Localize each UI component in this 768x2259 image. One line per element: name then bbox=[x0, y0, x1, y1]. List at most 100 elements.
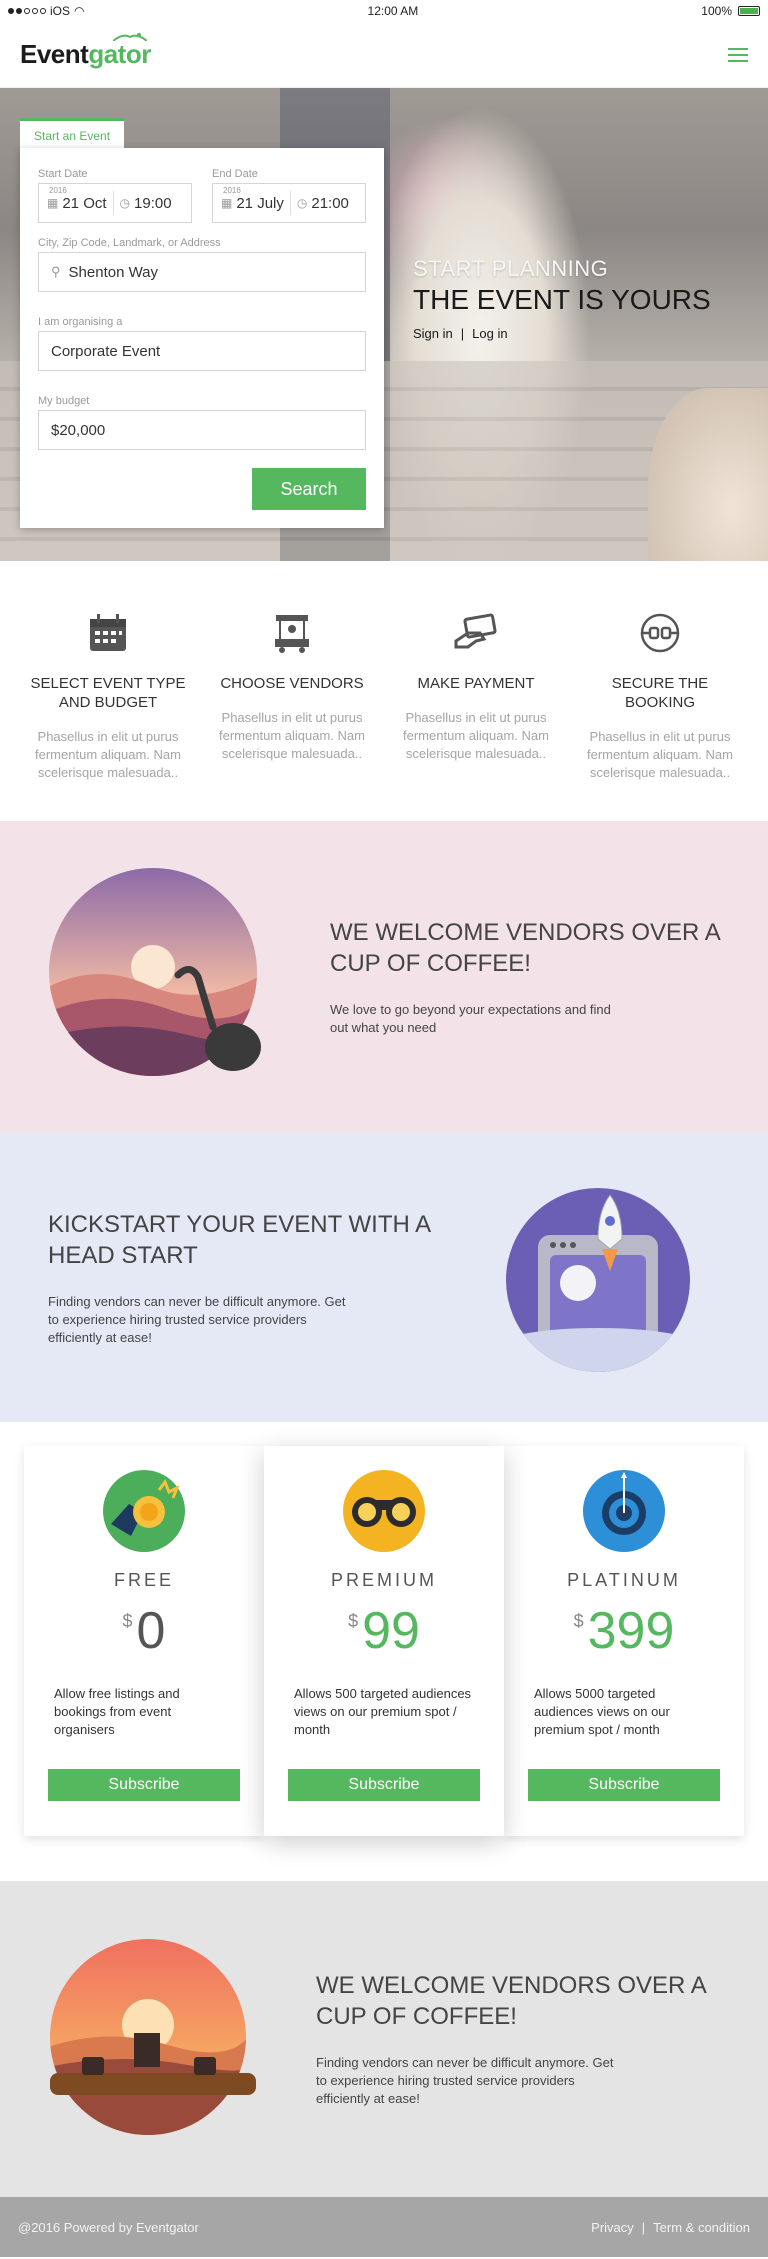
card-payment-icon bbox=[454, 613, 497, 649]
auth-divider: | bbox=[460, 326, 465, 341]
plan-description: Allows 5000 targeted audiences views on … bbox=[534, 1686, 670, 1737]
start-date-group: Start Date 2016 ▦ 21 Oct ◷ 19:00 bbox=[38, 168, 192, 223]
signal-icon bbox=[8, 8, 46, 14]
event-type-value: Corporate Event bbox=[51, 342, 161, 360]
event-type-input[interactable]: Corporate Event bbox=[38, 331, 366, 371]
auth-links: Sign in | Log in bbox=[413, 326, 711, 341]
rocket-illustration bbox=[498, 1175, 698, 1380]
binoculars-icon bbox=[343, 1470, 425, 1552]
step-make-payment: MAKE PAYMENT Phasellus in elit ut purus … bbox=[392, 611, 560, 791]
sunset-illustration bbox=[48, 867, 316, 1087]
step-secure-booking: SECURE THE BOOKING Phasellus in elit ut … bbox=[576, 611, 744, 791]
location-value: Shenton Way bbox=[68, 263, 159, 281]
step-title: SECURE THE BOOKING bbox=[611, 675, 709, 711]
plan-description: Allow free listings and bookings from ev… bbox=[54, 1686, 180, 1737]
terms-link[interactable]: Term & condition bbox=[653, 2220, 750, 2235]
clock-icon: ◷ bbox=[119, 196, 131, 210]
plan-free: FREE $ 0 Allow free listings and booking… bbox=[24, 1446, 264, 1836]
target-icon bbox=[583, 1470, 665, 1552]
price-amount: 0 bbox=[136, 1602, 166, 1660]
end-date-group: End Date 2016 ▦ 21 July ◷ 21:00 bbox=[212, 168, 366, 223]
how-it-works: SELECT EVENT TYPE AND BUDGET Phasellus i… bbox=[0, 561, 768, 821]
coffee-sunset-icon bbox=[50, 1938, 256, 2135]
start-date-field[interactable]: 2016 ▦ 21 Oct ◷ 19:00 bbox=[38, 183, 192, 223]
price-amount: 399 bbox=[587, 1602, 675, 1660]
currency-symbol: $ bbox=[122, 1611, 133, 1631]
plan-name: PREMIUM bbox=[331, 1570, 437, 1590]
currency-symbol: $ bbox=[348, 1611, 359, 1631]
end-date-field[interactable]: 2016 ▦ 21 July ◷ 21:00 bbox=[212, 183, 366, 223]
hero-section: Start an Event Start Date 2016 ▦ 21 Oct … bbox=[0, 88, 768, 561]
step-text: Phasellus in elit ut purus fermentum ali… bbox=[587, 729, 733, 780]
end-year: 2016 bbox=[223, 186, 241, 195]
feature-kickstart: KICKSTART YOUR EVENT WITH A HEAD START F… bbox=[0, 1133, 768, 1422]
site-footer: @2016 Powered by Eventgator Privacy | Te… bbox=[0, 2197, 768, 2257]
plan-description: Allows 500 targeted audiences views on o… bbox=[294, 1686, 472, 1737]
location-label: City, Zip Code, Landmark, or Address bbox=[38, 237, 221, 249]
status-time: 12:00 AM bbox=[367, 4, 419, 18]
logo-main: Event bbox=[20, 39, 89, 69]
step-title: CHOOSE VENDORS bbox=[220, 675, 364, 692]
vendor-cart-icon bbox=[275, 615, 309, 653]
battery-icon bbox=[738, 6, 760, 16]
feature-2-text: Finding vendors can never be difficult a… bbox=[48, 1293, 346, 1345]
step-text: Phasellus in elit ut purus fermentum ali… bbox=[35, 729, 181, 780]
start-date-value: 21 Oct bbox=[62, 194, 107, 212]
end-date-value: 21 July bbox=[236, 194, 284, 212]
log-in-link[interactable]: Log in bbox=[472, 326, 507, 341]
footer-links: Privacy | Term & condition bbox=[591, 2220, 750, 2235]
feature-3-text: Finding vendors can never be difficult a… bbox=[316, 2055, 614, 2106]
start-year: 2016 bbox=[49, 186, 67, 195]
feature-1-text: We love to go beyond your expectations a… bbox=[330, 1002, 611, 1035]
plan-platinum: PLATINUM $ 399 Allows 5000 targeted audi… bbox=[504, 1446, 744, 1836]
budget-value: $20,000 bbox=[51, 421, 106, 439]
end-date-label: End Date bbox=[212, 168, 258, 180]
wifi-icon: ◠ bbox=[74, 4, 85, 18]
step-select-event: SELECT EVENT TYPE AND BUDGET Phasellus i… bbox=[24, 611, 192, 791]
menu-icon[interactable] bbox=[728, 47, 748, 62]
tab-start-event[interactable]: Start an Event bbox=[20, 118, 125, 149]
location-input[interactable]: ⚲ Shenton Way bbox=[38, 252, 366, 292]
subscribe-platinum-button[interactable]: Subscribe bbox=[528, 1769, 720, 1801]
step-title: MAKE PAYMENT bbox=[417, 675, 535, 692]
feature-3-title: WE WELCOME VENDORS OVER A CUP OF COFFEE! bbox=[316, 1972, 706, 2030]
calendar-icon bbox=[90, 614, 126, 651]
step-title: SELECT EVENT TYPE AND BUDGET bbox=[30, 675, 186, 711]
event-search-form: Start Date 2016 ▦ 21 Oct ◷ 19:00 End Dat… bbox=[20, 148, 384, 528]
price-amount: 99 bbox=[362, 1602, 420, 1660]
sign-in-link[interactable]: Sign in bbox=[413, 326, 453, 341]
calendar-icon: ▦ bbox=[221, 196, 233, 210]
plan-premium: PREMIUM $ 99 Allows 500 targeted audienc… bbox=[264, 1446, 504, 1836]
step-text: Phasellus in elit ut purus fermentum ali… bbox=[219, 710, 365, 761]
feature-coffee: WE WELCOME VENDORS OVER A CUP OF COFFEE!… bbox=[0, 821, 768, 1133]
logo[interactable]: Eventgator bbox=[20, 33, 151, 70]
clock-icon: ◷ bbox=[296, 196, 308, 210]
subscribe-free-button[interactable]: Subscribe bbox=[48, 1769, 240, 1801]
budget-label: My budget bbox=[38, 395, 90, 407]
privacy-link[interactable]: Privacy bbox=[591, 2220, 634, 2235]
carrier: iOS bbox=[50, 4, 71, 18]
feature-1-title: WE WELCOME VENDORS OVER A CUP OF COFFEE! bbox=[330, 919, 720, 977]
subscribe-premium-button[interactable]: Subscribe bbox=[288, 1769, 480, 1801]
coin-hand-icon bbox=[103, 1470, 185, 1552]
copyright: @2016 Powered by Eventgator bbox=[18, 2219, 199, 2235]
budget-input[interactable]: $20,000 bbox=[38, 410, 366, 450]
organising-label: I am organising a bbox=[38, 316, 123, 328]
logo-crown-icon bbox=[112, 33, 147, 41]
status-bar: iOS ◠ 12:00 AM 100% bbox=[0, 0, 768, 22]
plan-price: $ 99 bbox=[264, 1603, 504, 1665]
calendar-icon: ▦ bbox=[47, 196, 59, 210]
plan-name: FREE bbox=[113, 1570, 174, 1590]
search-button[interactable]: Search bbox=[252, 468, 366, 510]
coffee-illustration bbox=[48, 1937, 316, 2142]
end-time-value: 21:00 bbox=[311, 194, 349, 212]
pricing-section: FREE $ 0 Allow free listings and booking… bbox=[0, 1422, 768, 1881]
start-time-value: 19:00 bbox=[134, 194, 172, 212]
hero-headline-1: START PLANNING bbox=[413, 256, 609, 281]
currency-symbol: $ bbox=[573, 1611, 584, 1631]
logo-accent: gator bbox=[88, 39, 151, 69]
plan-price: $ 0 bbox=[24, 1603, 264, 1665]
status-left: iOS ◠ bbox=[8, 4, 85, 18]
plan-price: $ 399 bbox=[504, 1603, 744, 1665]
step-text: Phasellus in elit ut purus fermentum ali… bbox=[403, 710, 549, 761]
